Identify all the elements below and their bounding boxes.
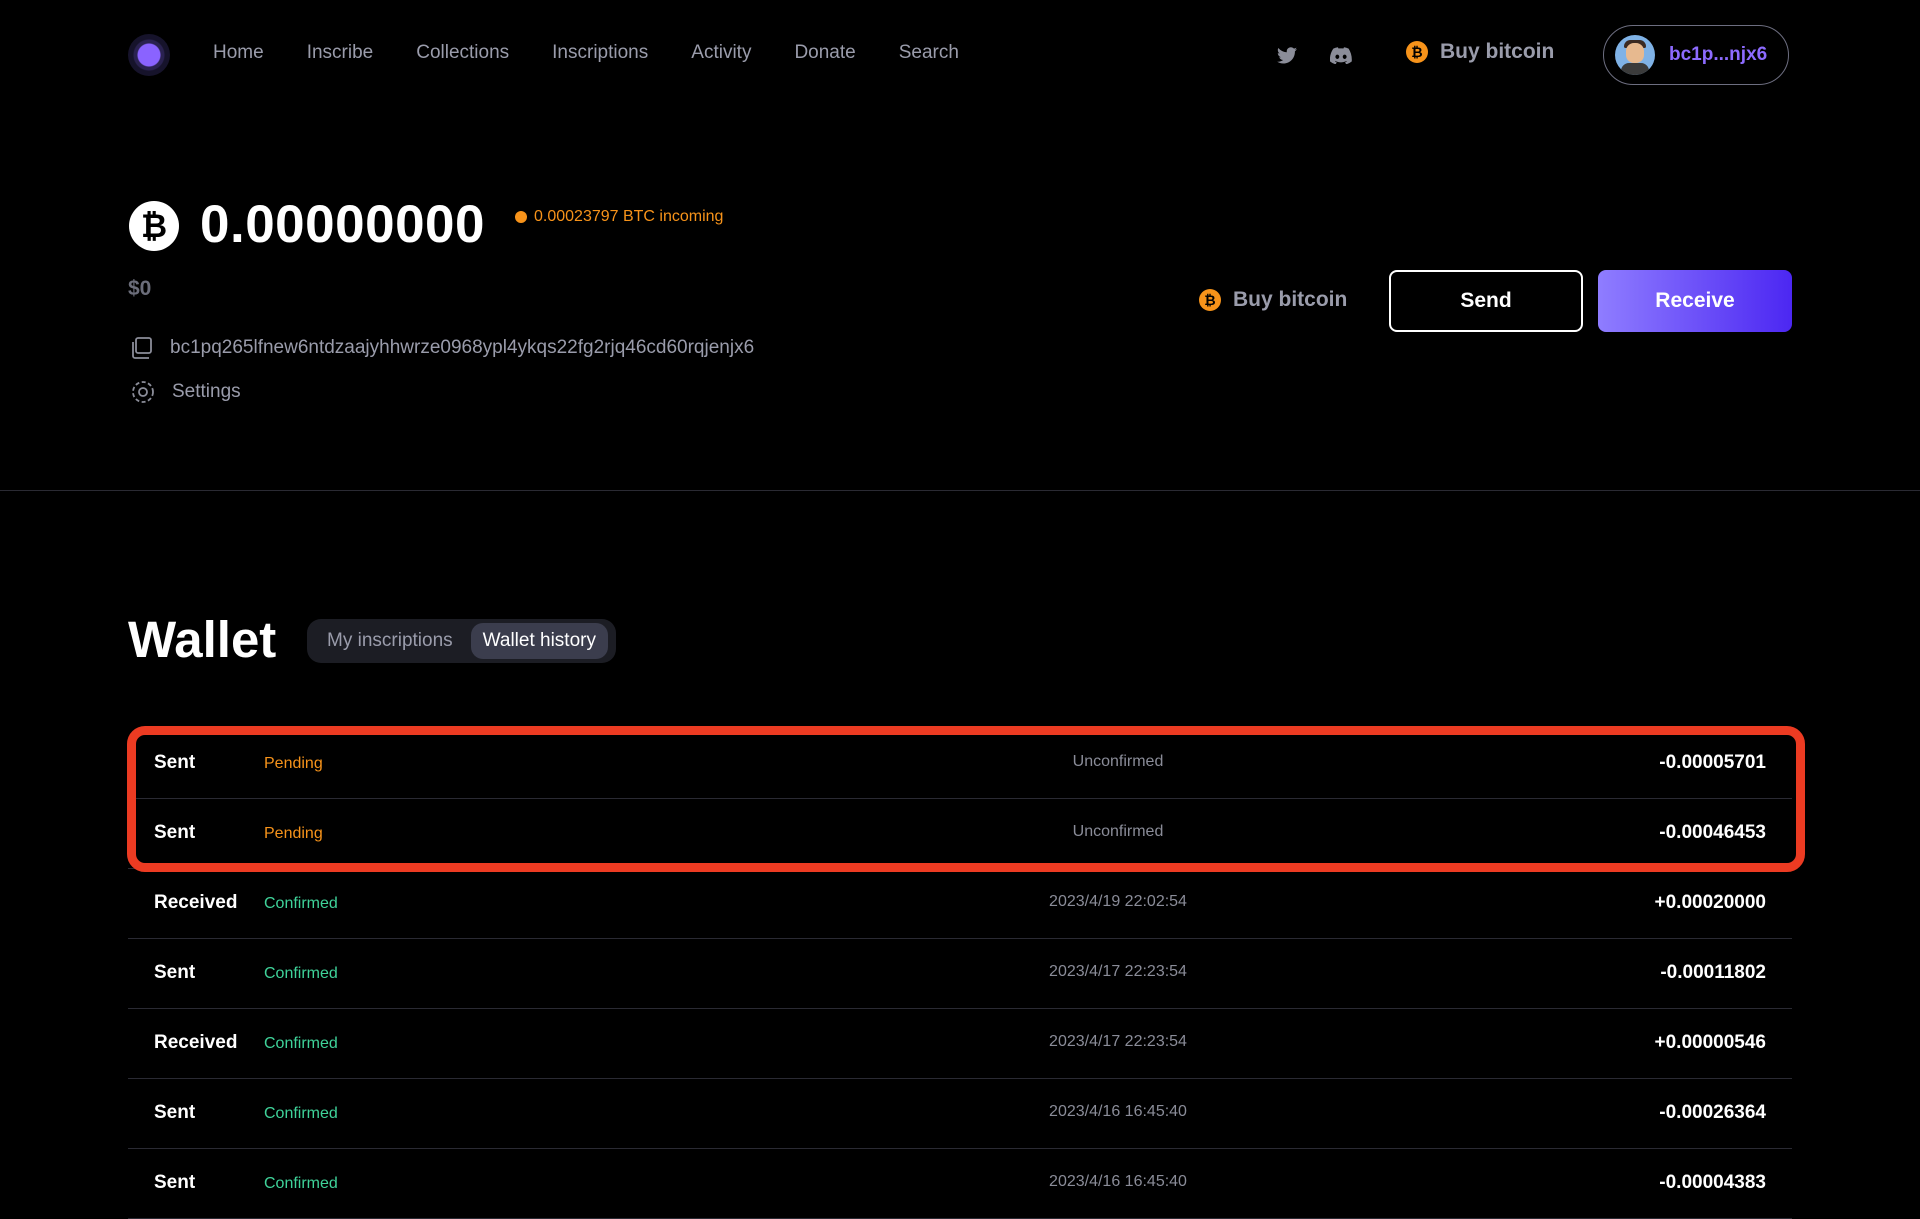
- transaction-time: 2023/4/17 22:23:54: [1049, 1033, 1187, 1050]
- transaction-status: Confirmed: [264, 895, 338, 912]
- copy-icon: [132, 337, 152, 359]
- transaction-list: Sent Pending Unconfirmed -0.00005701 Sen…: [128, 729, 1792, 1219]
- transaction-amount: -0.00004383: [1659, 1172, 1766, 1193]
- transaction-amount: -0.00005701: [1659, 752, 1766, 773]
- transaction-row[interactable]: Received Confirmed 2023/4/17 22:23:54 +0…: [128, 1009, 1792, 1079]
- account-address-label: bc1p...njx6: [1669, 44, 1768, 65]
- transaction-status: Confirmed: [264, 965, 338, 982]
- send-button[interactable]: Send: [1389, 270, 1583, 332]
- wallet-address: bc1pq265lfnew6ntdzaajyhhwrze0968ypl4ykqs…: [170, 337, 755, 358]
- transaction-row[interactable]: Sent Confirmed 2023/4/16 16:45:40 -0.000…: [128, 1149, 1792, 1219]
- incoming-indicator: 0.00023797 BTC incoming: [515, 208, 723, 226]
- copy-address-button[interactable]: bc1pq265lfnew6ntdzaajyhhwrze0968ypl4ykqs…: [130, 336, 754, 360]
- account-button[interactable]: bc1p...njx6: [1603, 25, 1789, 85]
- top-nav: Home Inscribe Collections Inscriptions A…: [0, 0, 1920, 112]
- buy-bitcoin-button[interactable]: ₿ Buy bitcoin: [1199, 288, 1347, 312]
- avatar: [1615, 35, 1655, 75]
- transaction-time: 2023/4/17 22:23:54: [1049, 963, 1187, 980]
- transaction-row[interactable]: Sent Confirmed 2023/4/17 22:23:54 -0.000…: [128, 939, 1792, 1009]
- transaction-type: Sent: [154, 962, 196, 983]
- nav-link-home[interactable]: Home: [213, 42, 264, 64]
- settings-link[interactable]: Settings: [130, 379, 241, 405]
- transaction-amount: +0.00020000: [1654, 892, 1766, 913]
- transaction-type: Sent: [154, 1172, 196, 1193]
- transaction-amount: -0.00026364: [1659, 1102, 1766, 1123]
- nav-link-donate[interactable]: Donate: [794, 42, 855, 64]
- transaction-row[interactable]: Sent Confirmed 2023/4/16 16:45:40 -0.000…: [128, 1079, 1792, 1149]
- transaction-type: Sent: [154, 822, 196, 843]
- transaction-row[interactable]: Received Confirmed 2023/4/19 22:02:54 +0…: [128, 869, 1792, 939]
- nav-link-search[interactable]: Search: [899, 42, 959, 64]
- nav-link-inscriptions[interactable]: Inscriptions: [552, 42, 648, 64]
- transaction-status: Confirmed: [264, 1035, 338, 1052]
- transaction-time: 2023/4/16 16:45:40: [1049, 1103, 1187, 1120]
- tab-wallet-history[interactable]: Wallet history: [470, 623, 608, 659]
- transaction-type: Sent: [154, 1102, 196, 1123]
- nav-link-inscribe[interactable]: Inscribe: [307, 42, 374, 64]
- transaction-status: Confirmed: [264, 1105, 338, 1122]
- bitcoin-icon: ₿: [1199, 289, 1221, 311]
- section-divider: [0, 490, 1920, 491]
- transaction-type: Sent: [154, 752, 196, 773]
- transaction-time: Unconfirmed: [1072, 753, 1164, 770]
- twitter-icon[interactable]: [1276, 44, 1298, 66]
- transaction-time: 2023/4/19 22:02:54: [1049, 893, 1187, 910]
- transaction-status: Confirmed: [264, 1175, 338, 1192]
- transaction-amount: -0.00046453: [1659, 822, 1766, 843]
- logo-icon[interactable]: [128, 34, 170, 76]
- receive-button[interactable]: Receive: [1598, 270, 1792, 332]
- transaction-time: Unconfirmed: [1072, 823, 1164, 840]
- tab-my-inscriptions[interactable]: My inscriptions: [315, 623, 465, 659]
- incoming-dot-icon: [515, 211, 527, 223]
- transaction-status: Pending: [264, 825, 323, 842]
- transaction-time: 2023/4/16 16:45:40: [1049, 1173, 1187, 1190]
- transaction-row[interactable]: Sent Pending Unconfirmed -0.00046453: [128, 799, 1792, 869]
- transaction-type: Received: [154, 1032, 238, 1053]
- wallet-title: Wallet: [128, 611, 277, 668]
- wallet-tabs: My inscriptions Wallet history: [307, 619, 616, 663]
- nav-buy-bitcoin-button[interactable]: ₿ Buy bitcoin: [1406, 40, 1554, 64]
- fiat-balance: $0: [128, 277, 152, 300]
- btc-balance: 0.00000000: [200, 195, 486, 254]
- transaction-amount: -0.00011802: [1660, 962, 1766, 983]
- buy-bitcoin-label: Buy bitcoin: [1233, 288, 1348, 311]
- nav-buy-bitcoin-label: Buy bitcoin: [1440, 40, 1555, 63]
- settings-label: Settings: [172, 381, 241, 402]
- nav-link-collections[interactable]: Collections: [416, 42, 509, 64]
- transaction-status: Pending: [264, 755, 323, 772]
- transaction-row[interactable]: Sent Pending Unconfirmed -0.00005701: [128, 729, 1792, 799]
- nav-links: Home Inscribe Collections Inscriptions A…: [213, 42, 959, 64]
- discord-icon[interactable]: [1330, 44, 1352, 66]
- nav-link-activity[interactable]: Activity: [691, 42, 751, 64]
- gear-icon: [132, 381, 154, 403]
- transaction-type: Received: [154, 892, 238, 913]
- incoming-label: 0.00023797 BTC incoming: [534, 208, 724, 225]
- transaction-amount: +0.00000546: [1654, 1032, 1766, 1053]
- bitcoin-icon: ₿: [1406, 41, 1428, 63]
- bitcoin-logo-icon: ₿: [129, 201, 179, 251]
